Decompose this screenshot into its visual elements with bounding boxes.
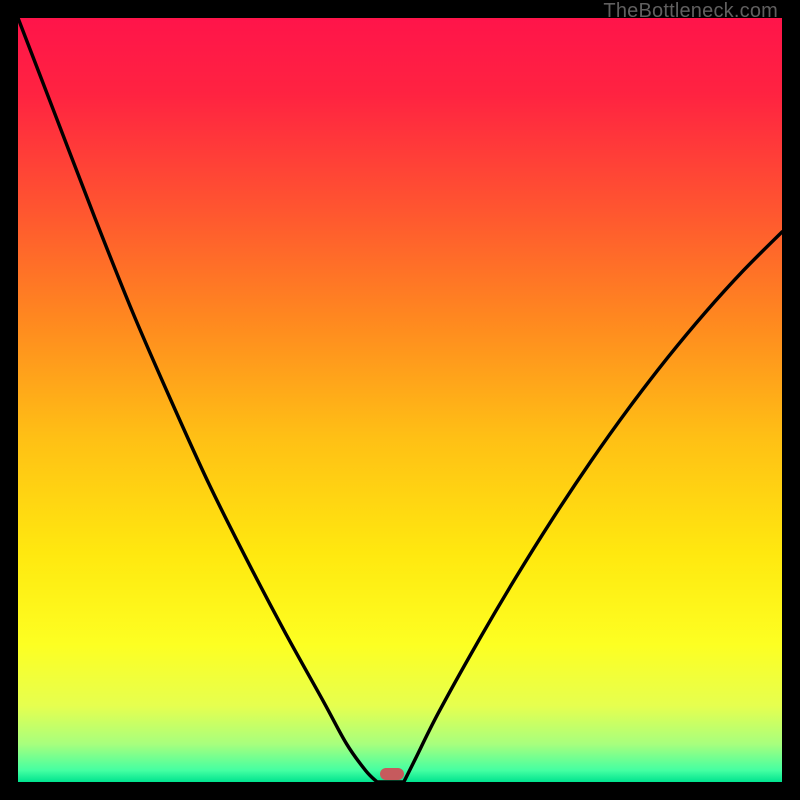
watermark-text: TheBottleneck.com (603, 0, 778, 23)
optimal-marker (380, 768, 404, 780)
bottleneck-curve (18, 18, 782, 782)
plot-area (18, 18, 782, 782)
chart-frame: TheBottleneck.com (0, 0, 800, 800)
curve-layer (18, 18, 782, 782)
